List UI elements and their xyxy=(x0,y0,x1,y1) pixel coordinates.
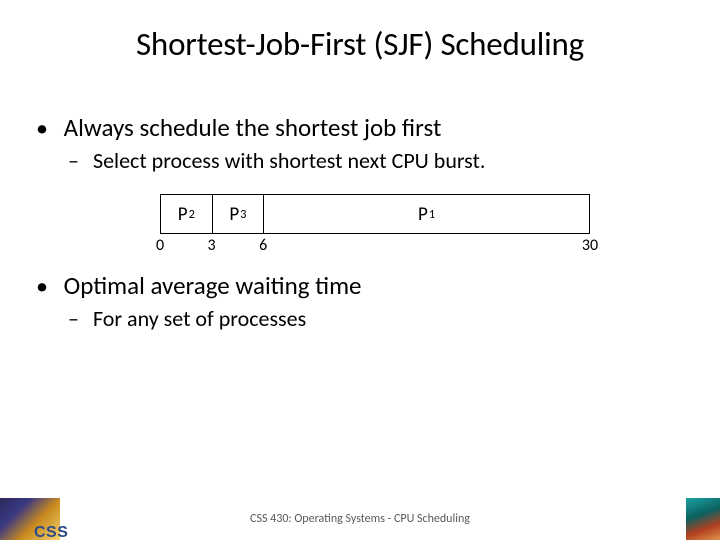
bullet-2-text: Optimal average waiting time xyxy=(64,270,362,301)
bullet-2-1-text: For any set of processes xyxy=(93,305,306,332)
bullet-2: Optimal average waiting time For any set… xyxy=(40,270,682,332)
bullet-1-sublist: Select process with shortest next CPU bu… xyxy=(68,147,682,174)
gantt-p2-label: P xyxy=(178,203,188,226)
uwb-css-logo: CSS xyxy=(0,498,60,540)
gantt-tick-6: 6 xyxy=(259,236,267,255)
gantt-seg-p1: P1 xyxy=(263,194,590,234)
bullet-2-sublist: For any set of processes xyxy=(68,305,682,332)
bullet-list: Always schedule the shortest job first S… xyxy=(40,112,682,332)
gantt-tick-0: 0 xyxy=(156,236,164,255)
gantt-tick-30: 30 xyxy=(582,236,598,255)
gantt-ticks: 0 3 6 30 xyxy=(160,234,590,256)
bullet-1-1: Select process with shortest next CPU bu… xyxy=(68,147,682,174)
book-cover-thumbnail xyxy=(686,498,720,540)
gantt-p1-sub: 1 xyxy=(429,207,435,222)
bullet-1-text: Always schedule the shortest job first xyxy=(64,112,442,143)
bullet-1-1-text: Select process with shortest next CPU bu… xyxy=(93,147,485,174)
gantt-seg-p3: P3 xyxy=(212,194,264,234)
gantt-p2-sub: 2 xyxy=(189,207,195,222)
gantt-chart: P2 P3 P1 0 3 6 30 xyxy=(160,194,590,256)
bullet-2-1: For any set of processes xyxy=(68,305,682,332)
gantt-p1-label: P xyxy=(418,203,428,226)
gantt-seg-p2: P2 xyxy=(160,194,212,234)
gantt-bar: P2 P3 P1 xyxy=(160,194,590,234)
css-logo-label: CSS xyxy=(34,524,68,542)
slide-title: Shortest-Job-First (SJF) Scheduling xyxy=(38,24,682,64)
gantt-p3-label: P xyxy=(229,203,239,226)
slide: Shortest-Job-First (SJF) Scheduling Alwa… xyxy=(0,0,720,540)
gantt-tick-3: 3 xyxy=(208,236,216,255)
bullet-1: Always schedule the shortest job first S… xyxy=(40,112,682,256)
gantt-p3-sub: 3 xyxy=(240,207,246,222)
footer-text: CSS 430: Operating Systems - CPU Schedul… xyxy=(0,512,720,526)
